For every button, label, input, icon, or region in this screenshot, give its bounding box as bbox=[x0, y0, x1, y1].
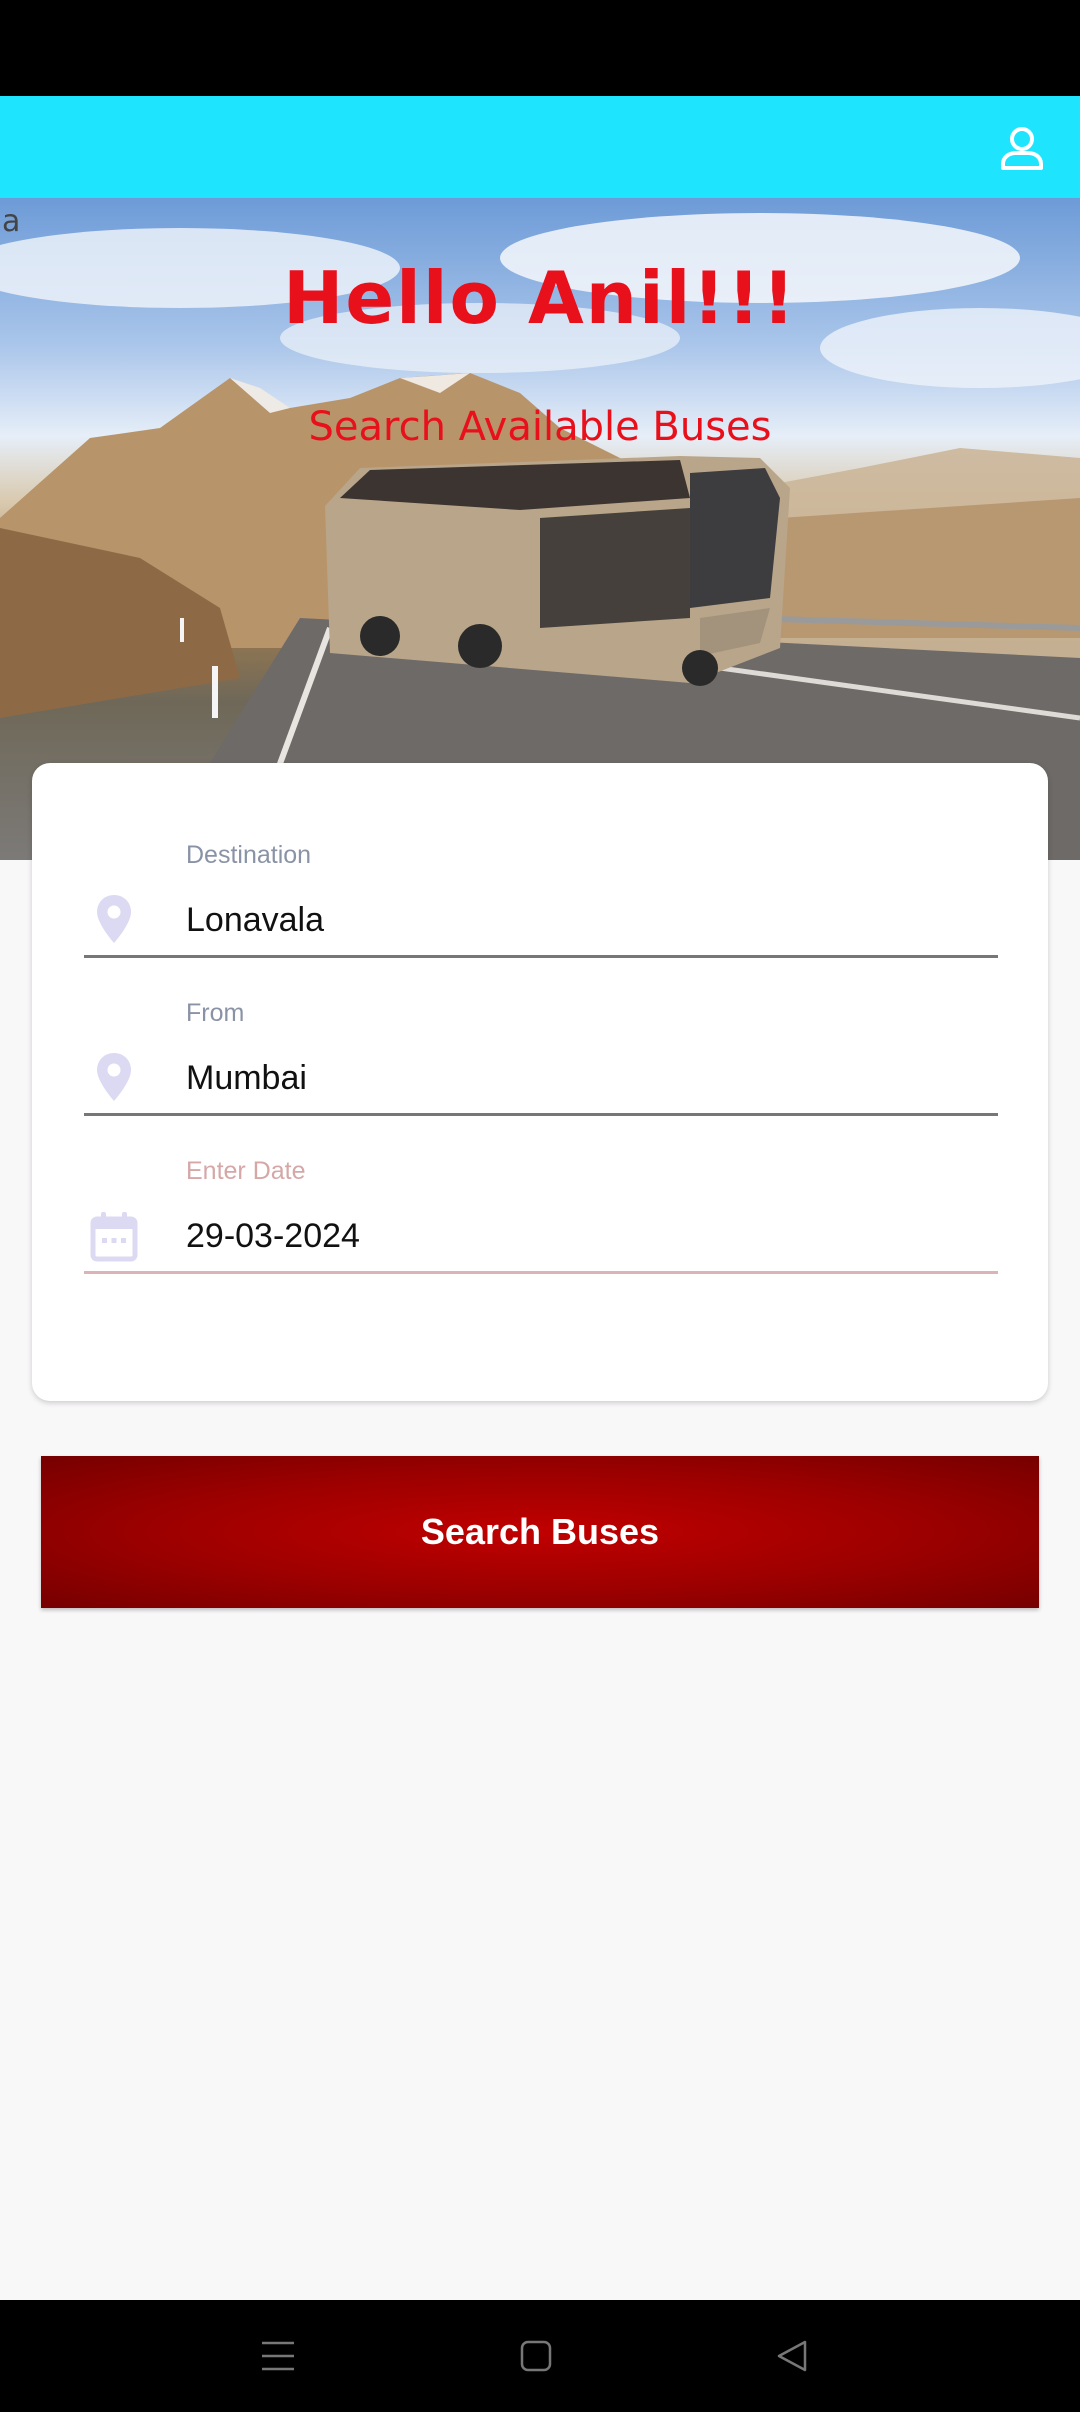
destination-input[interactable]: Lonavala bbox=[186, 901, 324, 940]
profile-button[interactable] bbox=[992, 118, 1052, 178]
profile-icon bbox=[1001, 127, 1043, 170]
search-form-card: Destination Lonavala From Mumbai Enter D… bbox=[32, 763, 1048, 1401]
nav-home-button[interactable] bbox=[506, 2330, 566, 2382]
hero-banner: a Hello Anil!!! Search Available Buses bbox=[0, 198, 1080, 860]
status-bar bbox=[0, 0, 1080, 96]
menu-icon bbox=[262, 2341, 294, 2371]
system-nav-bar bbox=[0, 2300, 1080, 2412]
back-icon bbox=[777, 2340, 807, 2372]
date-input[interactable]: 29-03-2024 bbox=[186, 1217, 360, 1256]
nav-menu-button[interactable] bbox=[248, 2330, 308, 2382]
destination-label: Destination bbox=[186, 841, 312, 869]
from-pin-icon bbox=[84, 1047, 144, 1107]
from-underline bbox=[84, 1113, 998, 1116]
search-buses-button[interactable]: Search Buses bbox=[41, 1456, 1039, 1608]
date-field[interactable]: Enter Date 29-03-2024 bbox=[84, 1157, 998, 1277]
date-underline bbox=[84, 1271, 998, 1274]
search-subtitle: Search Available Buses bbox=[308, 404, 772, 450]
destination-underline bbox=[84, 955, 998, 958]
destination-pin-icon bbox=[84, 889, 144, 949]
app-bar bbox=[0, 96, 1080, 198]
date-label: Enter Date bbox=[186, 1157, 306, 1185]
nav-back-button[interactable] bbox=[762, 2330, 822, 2382]
greeting-title: Hello Anil!!! bbox=[283, 256, 797, 340]
from-field[interactable]: From Mumbai bbox=[84, 999, 998, 1119]
home-icon bbox=[520, 2340, 552, 2372]
calendar-icon bbox=[84, 1207, 144, 1267]
destination-field[interactable]: Destination Lonavala bbox=[84, 841, 998, 961]
from-input[interactable]: Mumbai bbox=[186, 1059, 307, 1098]
hero-corner-text: a bbox=[2, 204, 21, 239]
search-buses-label: Search Buses bbox=[420, 1511, 660, 1552]
from-label: From bbox=[186, 999, 245, 1027]
